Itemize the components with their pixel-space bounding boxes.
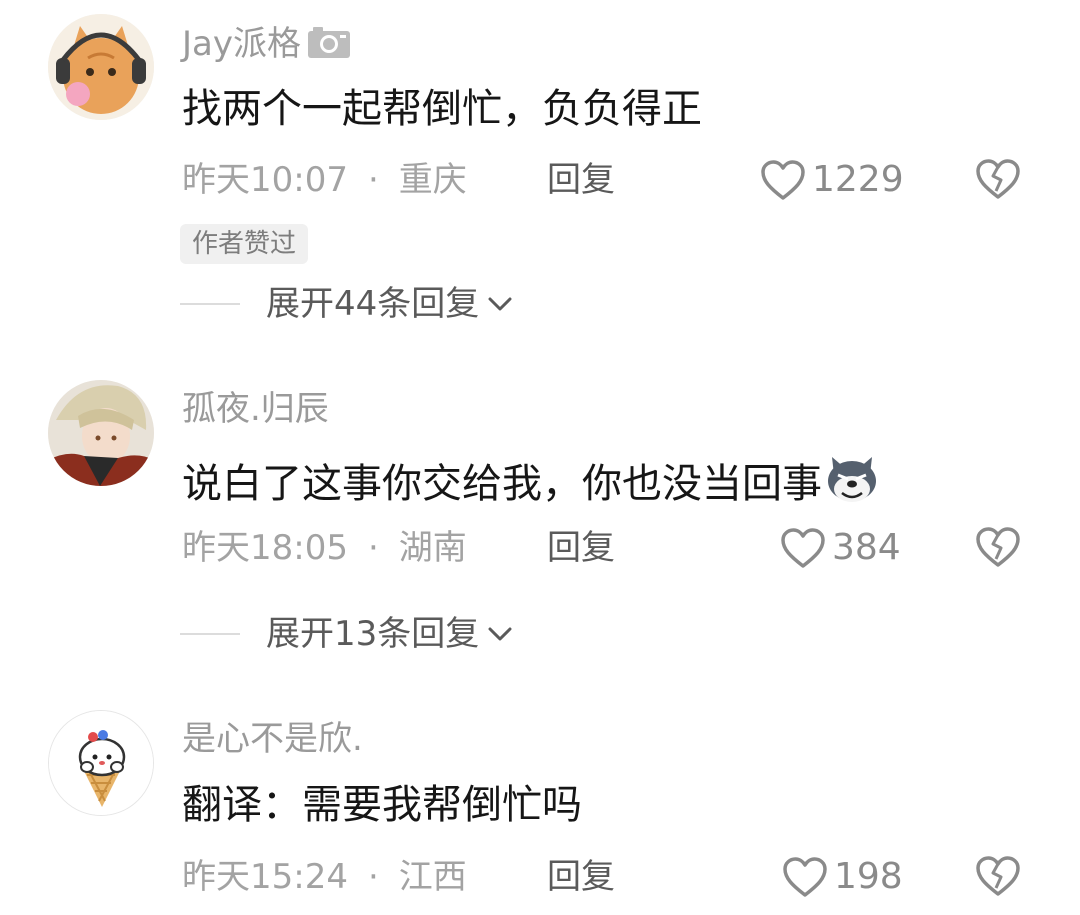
chevron-down-icon: [488, 297, 512, 311]
expand-replies-label: 展开13条回复: [266, 614, 480, 654]
comment-location: 重庆: [398, 160, 467, 200]
dislike-button[interactable]: [975, 158, 1021, 202]
comment-time: 昨天10:07: [182, 160, 348, 200]
like-count: 384: [832, 527, 901, 568]
username[interactable]: 孤夜.归辰: [182, 389, 329, 429]
comment-text: 找两个一起帮倒忙，负负得正: [182, 86, 702, 132]
like-count: 1229: [812, 159, 904, 200]
dog-emoji-icon: [824, 451, 880, 518]
avatar[interactable]: [48, 710, 154, 816]
comment-meta: 昨天18:05 · 湖南: [182, 528, 467, 568]
expand-replies-label: 展开44条回复: [266, 284, 480, 324]
broken-heart-icon: [976, 527, 1020, 567]
comment-text: 说白了这事你交给我，你也没当回事: [182, 451, 880, 518]
username[interactable]: Jay派格: [182, 24, 351, 68]
username[interactable]: 是心不是欣.: [182, 719, 363, 759]
camera-icon: [307, 25, 351, 68]
chevron-down-icon: [488, 627, 512, 641]
comment-location: 江西: [398, 857, 467, 897]
reply-button[interactable]: 回复: [547, 857, 615, 897]
heart-outline-icon: [783, 857, 827, 897]
comment-text-content: 说白了这事你交给我，你也没当回事: [182, 461, 822, 507]
heart-outline-icon: [781, 528, 825, 568]
comment-meta: 昨天15:24 · 江西: [182, 857, 467, 897]
broken-heart-icon: [976, 159, 1020, 199]
reply-button[interactable]: 回复: [547, 528, 615, 568]
author-liked-badge: 作者赞过: [180, 224, 309, 264]
like-count: 198: [834, 856, 903, 897]
comment-meta: 昨天10:07 · 重庆: [182, 160, 467, 200]
expand-replies-button[interactable]: 展开13条回复: [180, 614, 515, 654]
divider-line: [180, 633, 240, 635]
avatar[interactable]: [48, 14, 154, 120]
avatar-cat-image: [48, 14, 154, 120]
dislike-button[interactable]: [975, 855, 1021, 899]
username-text: Jay派格: [182, 24, 301, 64]
heart-outline-icon: [761, 160, 805, 200]
comment-time: 昨天18:05: [182, 528, 348, 568]
avatar-ice-cream-image: [49, 711, 153, 815]
comment-time: 昨天15:24: [182, 857, 348, 897]
like-button[interactable]: 1229: [760, 158, 904, 202]
separator-dot: ·: [367, 857, 379, 897]
like-button[interactable]: 198: [782, 855, 903, 899]
broken-heart-icon: [976, 856, 1020, 896]
avatar-anime-character-image: [48, 380, 154, 486]
reply-button[interactable]: 回复: [547, 160, 615, 200]
comment-text: 翻译：需要我帮倒忙吗: [182, 782, 582, 828]
expand-replies-button[interactable]: 展开44条回复: [180, 284, 515, 324]
divider-line: [180, 303, 240, 305]
like-button[interactable]: 384: [780, 526, 901, 570]
separator-dot: ·: [367, 160, 379, 200]
separator-dot: ·: [367, 528, 379, 568]
dislike-button[interactable]: [975, 526, 1021, 570]
comment-location: 湖南: [398, 528, 467, 568]
avatar[interactable]: [48, 380, 154, 486]
